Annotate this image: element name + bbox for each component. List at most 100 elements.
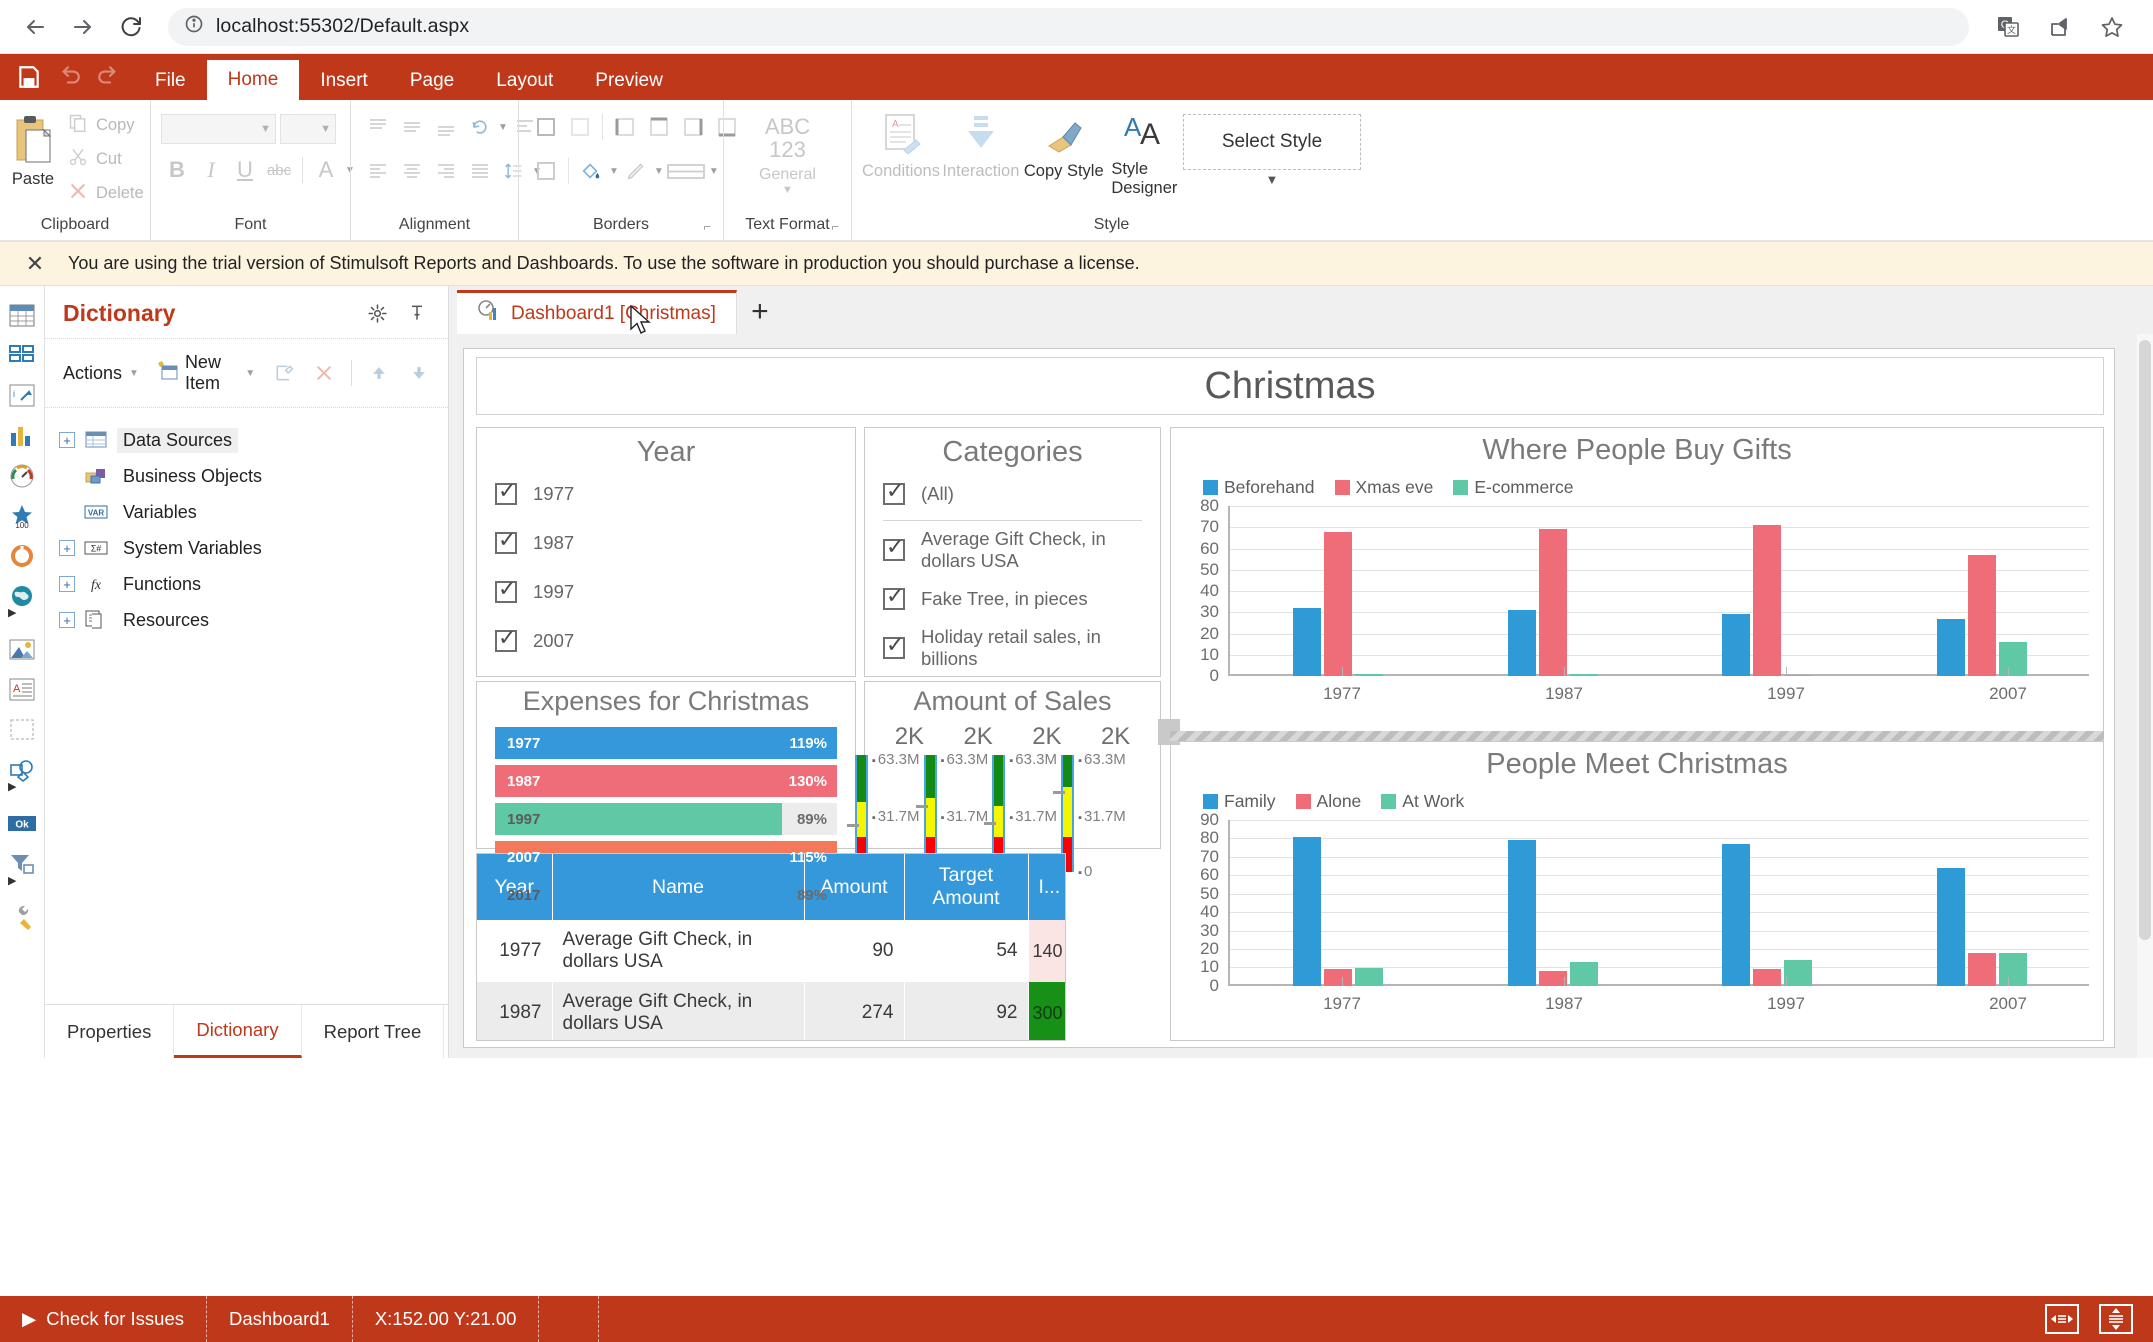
checkbox-icon[interactable] bbox=[495, 625, 517, 652]
bar-xmas-eve[interactable] bbox=[1538, 529, 1567, 676]
categories-checkbox-holiday-retail-sales[interactable]: Holiday retail sales, in billions bbox=[865, 623, 1160, 672]
year-checkbox-1997[interactable]: 1997 bbox=[477, 567, 855, 616]
tree-item-functions[interactable]: + fx Functions bbox=[59, 566, 448, 602]
bar-group-2007[interactable] bbox=[1875, 820, 2090, 986]
region-map-icon[interactable]: ▶ bbox=[2, 578, 42, 619]
panel-icon[interactable] bbox=[2, 712, 42, 748]
bar-group-1987[interactable] bbox=[1446, 820, 1661, 986]
bar-group-2007[interactable] bbox=[1875, 506, 2090, 676]
checkbox-icon[interactable] bbox=[883, 534, 905, 561]
tree-item-variables[interactable]: + VAR Variables bbox=[59, 494, 448, 530]
tree-item-business-objects[interactable]: + Business Objects bbox=[59, 458, 448, 494]
people-meet-christmas-chart[interactable]: People Meet Christmas Family Alone At Wo… bbox=[1170, 741, 2104, 1041]
bar-group-1977[interactable] bbox=[1231, 820, 1446, 986]
fit-width-icon[interactable] bbox=[2045, 1304, 2079, 1334]
font-size-select[interactable]: ▼ bbox=[280, 114, 336, 144]
text-rotation-icon[interactable] bbox=[463, 112, 497, 142]
check-for-issues-button[interactable]: ▶ Check for Issues bbox=[0, 1296, 208, 1342]
legend-item-xmas-eve[interactable]: Xmas eve bbox=[1334, 477, 1433, 498]
checkbox-icon[interactable] bbox=[883, 583, 905, 610]
back-arrow-icon[interactable] bbox=[18, 10, 52, 44]
year-checkbox-1987[interactable]: 1987 bbox=[477, 518, 855, 567]
add-page-button[interactable]: + bbox=[737, 290, 783, 334]
column-header-indicator[interactable]: I... bbox=[1028, 854, 1065, 920]
gauge-icon[interactable] bbox=[2, 458, 42, 494]
tools-icon[interactable] bbox=[2, 900, 42, 936]
categories-checkbox-average-gift-check[interactable]: Average Gift Check, in dollars USA bbox=[865, 525, 1160, 574]
progress-ring-icon[interactable] bbox=[2, 538, 42, 574]
forward-arrow-icon[interactable] bbox=[66, 10, 100, 44]
bar-beforehand[interactable] bbox=[1293, 608, 1322, 676]
tab-dictionary[interactable]: Dictionary bbox=[174, 1005, 302, 1058]
checkbox-icon[interactable] bbox=[495, 478, 517, 505]
checkbox-icon[interactable] bbox=[883, 632, 905, 659]
paste-button[interactable]: Paste bbox=[10, 110, 56, 189]
ribbon-tab-layout[interactable]: Layout bbox=[475, 62, 574, 100]
tree-item-resources[interactable]: + Resources bbox=[59, 602, 448, 638]
triangle-right-icon[interactable]: ▶ bbox=[8, 780, 16, 793]
filter-icon[interactable]: ▶ bbox=[2, 846, 42, 887]
checkbox-icon[interactable] bbox=[883, 478, 905, 505]
text-format-dialog-launcher-icon[interactable]: ⌐ bbox=[831, 219, 839, 234]
table-icon[interactable] bbox=[2, 298, 42, 334]
bar-alone[interactable] bbox=[1324, 969, 1353, 986]
tree-item-system-variables[interactable]: + Σ# System Variables bbox=[59, 530, 448, 566]
ribbon-tab-page[interactable]: Page bbox=[389, 62, 475, 100]
bar-chart-icon[interactable] bbox=[2, 418, 42, 454]
actions-menu[interactable]: Actions ▼ bbox=[57, 360, 145, 387]
expand-icon[interactable]: + bbox=[59, 612, 75, 628]
tree-item-data-sources[interactable]: + Data Sources bbox=[59, 422, 448, 458]
image-icon[interactable] bbox=[2, 632, 42, 668]
legend-item-beforehand[interactable]: Beforehand bbox=[1203, 477, 1315, 498]
bar-at-work[interactable] bbox=[1355, 967, 1384, 986]
page-tab-dashboard1[interactable]: Dashboard1 [Christmas] bbox=[457, 290, 737, 334]
select-style-button[interactable]: Select Style bbox=[1182, 114, 1361, 170]
grid-panels-icon[interactable] bbox=[2, 338, 42, 374]
tab-properties[interactable]: Properties bbox=[45, 1005, 175, 1058]
tab-report-tree[interactable]: Report Tree bbox=[302, 1005, 445, 1058]
bar-alone[interactable] bbox=[1538, 971, 1567, 986]
categories-checkbox-all[interactable]: (All) bbox=[865, 469, 1160, 518]
bar-family[interactable] bbox=[1507, 840, 1536, 986]
address-bar[interactable]: localhost:55302/Default.aspx bbox=[168, 7, 1969, 46]
style-designer-button[interactable]: AA Style Designer bbox=[1108, 108, 1181, 198]
checkbox-icon[interactable] bbox=[495, 527, 517, 554]
data-table[interactable]: Year Name Amount Target Amount I... 1977 bbox=[477, 854, 1065, 1040]
bar-family[interactable] bbox=[1936, 618, 1965, 676]
bar-at-work[interactable] bbox=[1569, 962, 1598, 986]
ribbon-tab-insert[interactable]: Insert bbox=[299, 62, 389, 100]
bar-alone[interactable] bbox=[1753, 969, 1782, 986]
bar-family[interactable] bbox=[1936, 867, 1965, 986]
expand-icon[interactable]: + bbox=[59, 540, 75, 556]
triangle-right-icon[interactable]: ▶ bbox=[8, 606, 16, 619]
categories-checkbox-fake-tree[interactable]: Fake Tree, in pieces bbox=[865, 574, 1160, 623]
bar-e-commerce[interactable] bbox=[1998, 642, 2027, 676]
legend-item-family[interactable]: Family bbox=[1203, 791, 1276, 812]
legend-item-at-work[interactable]: At Work bbox=[1381, 791, 1464, 812]
bar-e-commerce[interactable] bbox=[1569, 673, 1598, 676]
categories-filter-panel[interactable]: Categories (All) Average Gift Check, in … bbox=[864, 427, 1161, 677]
legend-item-alone[interactable]: Alone bbox=[1295, 791, 1361, 812]
reload-icon[interactable] bbox=[114, 10, 148, 44]
where-people-buy-gifts-chart[interactable]: Where People Buy Gifts Beforehand Xmas e… bbox=[1170, 427, 2104, 737]
year-checkbox-1977[interactable]: 1977 bbox=[477, 469, 855, 518]
year-checkbox-2007[interactable]: 2007 bbox=[477, 616, 855, 665]
rating-icon[interactable]: 100 bbox=[2, 498, 42, 534]
amount-of-sales-panel[interactable]: Amount of Sales 2K 6 bbox=[846, 681, 1161, 880]
bar-alone[interactable] bbox=[1967, 952, 1996, 986]
bar-beforehand[interactable] bbox=[1722, 614, 1751, 676]
horizontal-splitter-handle[interactable] bbox=[1170, 731, 2104, 741]
table-row[interactable]: 1977 Average Gift Check, in dollars USA … bbox=[477, 920, 1065, 982]
bar-xmas-eve[interactable] bbox=[1324, 531, 1353, 676]
canvas-vertical-scrollbar[interactable] bbox=[2137, 334, 2153, 1058]
borders-dialog-launcher-icon[interactable]: ⌐ bbox=[703, 219, 711, 234]
ribbon-tab-home[interactable]: Home bbox=[206, 60, 300, 100]
table-row[interactable]: 1987 Average Gift Check, in dollars USA … bbox=[477, 982, 1065, 1040]
bar-at-work[interactable] bbox=[1998, 952, 2027, 986]
data-table-panel[interactable]: Year Name Amount Target Amount I... 1977 bbox=[476, 853, 1066, 1041]
close-icon[interactable]: ✕ bbox=[24, 251, 46, 277]
bar-group-1997[interactable] bbox=[1660, 820, 1875, 986]
gauge-4[interactable]: 2K 63.3M 31.7M 0 bbox=[1053, 723, 1149, 880]
font-family-select[interactable]: ▼ bbox=[161, 114, 276, 144]
save-icon[interactable] bbox=[12, 60, 46, 94]
